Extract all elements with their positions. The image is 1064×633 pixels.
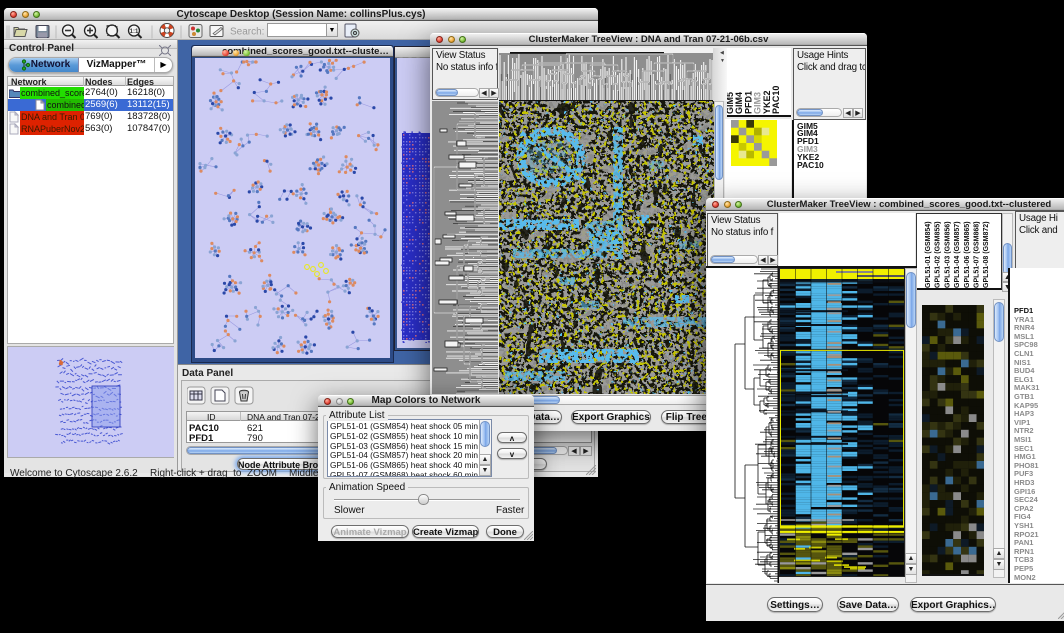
svg-text:PAC10: PAC10 <box>771 86 781 114</box>
svg-text:1:1: 1:1 <box>130 29 139 35</box>
svg-text:GPL51-02 (GSM855): GPL51-02 (GSM855) <box>935 221 942 288</box>
svg-text:GPL51-04 (GSM857): GPL51-04 (GSM857) <box>954 221 961 288</box>
svg-text:Search:: Search: <box>230 27 264 38</box>
svg-text:GPL51-08 (GSM872): GPL51-08 (GSM872) <box>983 221 990 288</box>
svg-text:GPL51-03 (GSM856): GPL51-03 (GSM856) <box>944 221 951 288</box>
svg-text:GPL51-06 (GSM865): GPL51-06 (GSM865) <box>964 221 971 288</box>
svg-text:GPL51-01 (GSM854): GPL51-01 (GSM854) <box>925 221 932 288</box>
svg-text:GPL51-07 (GSM868): GPL51-07 (GSM868) <box>974 221 981 288</box>
